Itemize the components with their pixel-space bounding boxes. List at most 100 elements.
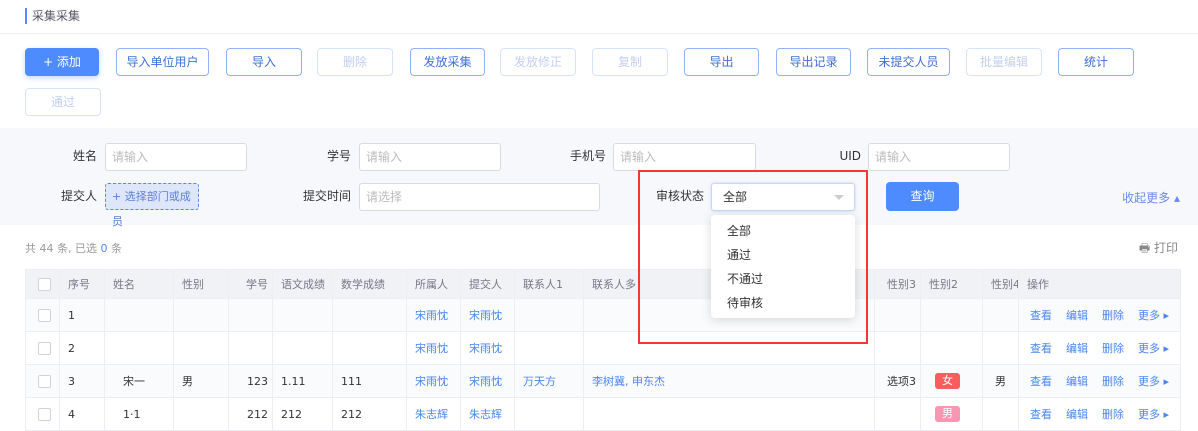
- cell-gender3: [874, 331, 921, 365]
- toolbar-button-12[interactable]: 通过: [25, 88, 101, 116]
- no-value: 2: [68, 341, 75, 355]
- checkbox-cell: [25, 331, 60, 365]
- cell-gender2: [920, 298, 983, 332]
- cell-gender2: [920, 331, 983, 365]
- submit-time-input[interactable]: 请选择: [359, 183, 600, 211]
- cell-submitter: 宋雨忱: [460, 331, 515, 365]
- name-value: 宋一: [123, 375, 145, 388]
- no-value: 4: [68, 407, 75, 421]
- toolbar-button-10[interactable]: 批量编辑: [966, 48, 1042, 76]
- action-more[interactable]: 更多 ▸: [1138, 408, 1169, 421]
- sid-value: 123: [247, 374, 268, 388]
- toolbar-button-2[interactable]: 导入: [226, 48, 302, 76]
- chinese-value: 1.11: [281, 374, 306, 388]
- toolbar-button-1[interactable]: 导入单位用户: [116, 48, 209, 76]
- contact1-value[interactable]: 万天方: [523, 375, 556, 388]
- row-checkbox[interactable]: [38, 374, 51, 388]
- cell-owner: 宋雨忱: [406, 331, 461, 365]
- select-all-checkbox[interactable]: [38, 277, 51, 291]
- data-table: 序号 姓名 性别 学号 语文成绩 数学成绩 所属人 提交人 联系人1 联系人多 性别3 性别2 性别4 操…: [25, 269, 1181, 431]
- action-edit[interactable]: 编辑: [1066, 408, 1088, 421]
- action-edit[interactable]: 编辑: [1066, 309, 1088, 322]
- column-header: 数学成绩: [332, 269, 407, 299]
- cell-sid: [228, 331, 273, 365]
- owner-value[interactable]: 朱志辉: [415, 408, 448, 421]
- toolbar-button-4[interactable]: 发放采集: [410, 48, 485, 76]
- action-more[interactable]: 更多 ▸: [1138, 309, 1169, 322]
- cell-chinese: [272, 298, 333, 332]
- contacts-value[interactable]: 李树冀, 申东杰: [592, 375, 665, 388]
- phone-label: 手机号: [569, 149, 606, 163]
- student-id-input[interactable]: 请输入: [359, 143, 501, 171]
- table-header: 序号 姓名 性别 学号 语文成绩 数学成绩 所属人 提交人 联系人1 联系人多 性别3 性别2 性别4 操…: [25, 269, 1181, 299]
- table-row: 3 宋一 男 123 1.11 111 宋雨忱 宋雨忱 万天方 李树冀, 申东杰 选项3 女 男 查看 编辑…: [25, 364, 1181, 398]
- action-delete[interactable]: 删除: [1102, 342, 1124, 355]
- toolbar-button-6[interactable]: 复制: [592, 48, 668, 76]
- summary-suffix: 条: [107, 242, 122, 255]
- action-delete[interactable]: 删除: [1102, 375, 1124, 388]
- name-label: 姓名: [72, 149, 97, 163]
- row-checkbox[interactable]: [38, 407, 51, 421]
- action-more[interactable]: 更多 ▸: [1138, 375, 1169, 388]
- toolbar-button-8[interactable]: 导出记录: [776, 48, 851, 76]
- column-header: [25, 269, 60, 299]
- toolbar-button-0[interactable]: + 添加: [25, 48, 99, 76]
- title-bar: 采集采集: [0, 0, 1198, 34]
- action-edit[interactable]: 编辑: [1066, 342, 1088, 355]
- submitter-value[interactable]: 宋雨忱: [469, 342, 502, 355]
- no-value: 1: [68, 308, 75, 322]
- gender4-value: 男: [995, 375, 1006, 388]
- checkbox-cell: [25, 298, 60, 332]
- cell-contacts: 李树冀, 申东杰: [583, 364, 875, 398]
- gender-value: 男: [182, 375, 193, 388]
- toolbar-button-9[interactable]: 未提交人员: [867, 48, 950, 76]
- action-view[interactable]: 查看: [1030, 309, 1052, 322]
- action-delete[interactable]: 删除: [1102, 408, 1124, 421]
- action-view[interactable]: 查看: [1030, 375, 1052, 388]
- column-header: 姓名: [104, 269, 174, 299]
- action-delete[interactable]: 删除: [1102, 309, 1124, 322]
- action-edit[interactable]: 编辑: [1066, 375, 1088, 388]
- uid-input[interactable]: 请输入: [868, 143, 1010, 171]
- column-header: 序号: [59, 269, 105, 299]
- name-value: 1·1: [123, 407, 141, 421]
- submitter-value[interactable]: 宋雨忱: [469, 375, 502, 388]
- cell-submitter: 宋雨忱: [460, 364, 515, 398]
- math-value: 212: [341, 407, 362, 421]
- table-row: 2 宋雨忱 宋雨忱 查看 编辑 删除 更多 ▸: [25, 331, 1181, 365]
- action-view[interactable]: 查看: [1030, 408, 1052, 421]
- submitter-value[interactable]: 朱志辉: [469, 408, 502, 421]
- cell-math: [332, 298, 407, 332]
- phone-input[interactable]: 请输入: [613, 143, 756, 171]
- checkbox-cell: [25, 364, 60, 398]
- column-header: 所属人: [406, 269, 461, 299]
- collapse-more-link[interactable]: 收起更多 ▴: [1122, 189, 1180, 206]
- toolbar-button-3[interactable]: 删除: [317, 48, 393, 76]
- cell-owner: 宋雨忱: [406, 298, 461, 332]
- action-more[interactable]: 更多 ▸: [1138, 342, 1169, 355]
- query-button[interactable]: 查询: [886, 182, 959, 211]
- toolbar-button-5[interactable]: 发放修正: [500, 48, 576, 76]
- submitter-value[interactable]: 宋雨忱: [469, 309, 502, 322]
- cell-sid: [228, 298, 273, 332]
- cell-no: 2: [59, 331, 105, 365]
- highlight-box: [638, 170, 868, 344]
- cell-gender2: 女: [920, 364, 983, 398]
- toolbar-button-7[interactable]: 导出: [684, 48, 759, 76]
- cell-name: [104, 298, 174, 332]
- action-view[interactable]: 查看: [1030, 342, 1052, 355]
- select-member-button[interactable]: + 选择部门或成员: [105, 183, 199, 228]
- cell-gender4: 男: [982, 364, 1019, 398]
- owner-value[interactable]: 宋雨忱: [415, 375, 448, 388]
- name-input[interactable]: 请输入: [105, 143, 247, 171]
- owner-value[interactable]: 宋雨忱: [415, 342, 448, 355]
- row-checkbox[interactable]: [38, 341, 51, 355]
- cell-math: 111: [332, 364, 407, 398]
- math-value: 111: [341, 374, 362, 388]
- toolbar-button-11[interactable]: 统计: [1058, 48, 1134, 76]
- column-header: 性别4: [982, 269, 1019, 299]
- print-button[interactable]: 🖶 打印: [1139, 239, 1178, 260]
- row-checkbox[interactable]: [38, 308, 51, 322]
- owner-value[interactable]: 宋雨忱: [415, 309, 448, 322]
- cell-math: [332, 331, 407, 365]
